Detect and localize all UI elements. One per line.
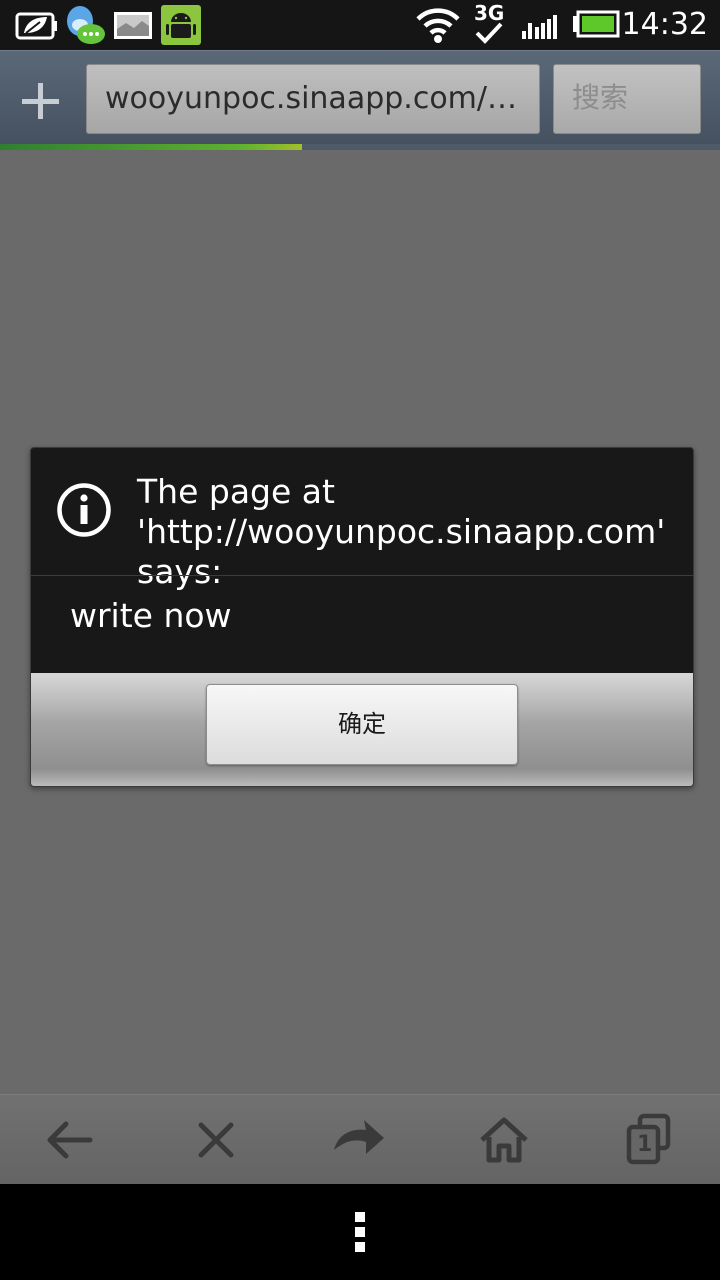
- battery-saver-icon: [15, 12, 57, 40]
- url-field[interactable]: wooyunpoc.sinaapp.com/ff...: [86, 64, 540, 134]
- dialog-divider: [31, 575, 693, 576]
- add-tab-button[interactable]: [12, 75, 68, 127]
- forward-arrow-icon[interactable]: [328, 1110, 388, 1170]
- dialog-header: The page at 'http://wooyunpoc.sinaapp.co…: [31, 448, 693, 591]
- ok-button[interactable]: 确定: [206, 684, 518, 765]
- android-icon: [161, 5, 201, 45]
- page-load-progress: [0, 144, 720, 150]
- browser-address-bar: wooyunpoc.sinaapp.com/ff... 搜索: [0, 50, 720, 145]
- battery-icon: [573, 10, 620, 38]
- browser-toolbar: 1: [0, 1094, 720, 1185]
- system-nav-bar: [0, 1184, 720, 1280]
- back-arrow-icon[interactable]: [40, 1110, 100, 1170]
- dialog-message: write now: [70, 596, 232, 635]
- home-icon[interactable]: [474, 1110, 534, 1170]
- search-button[interactable]: 搜索: [553, 64, 701, 134]
- clock: 14:32: [621, 7, 708, 42]
- javascript-alert-dialog: The page at 'http://wooyunpoc.sinaapp.co…: [30, 447, 694, 787]
- menu-button[interactable]: [345, 1208, 375, 1256]
- dialog-button-bar: 确定: [31, 673, 693, 786]
- info-icon: [57, 483, 111, 537]
- status-bar: 3G 14:32: [0, 0, 720, 50]
- close-icon[interactable]: [186, 1110, 246, 1170]
- signal-icon: [522, 15, 557, 39]
- qq-chat-icon: [67, 6, 105, 44]
- screenshot-icon: [114, 12, 152, 39]
- page-load-progress-fill: [0, 144, 303, 150]
- 3g-icon: 3G: [472, 1, 506, 45]
- wifi-icon: [416, 8, 460, 43]
- tabs-button[interactable]: 1: [620, 1110, 680, 1170]
- tab-count: 1: [637, 1132, 653, 1157]
- dialog-title: The page at 'http://wooyunpoc.sinaapp.co…: [137, 472, 666, 591]
